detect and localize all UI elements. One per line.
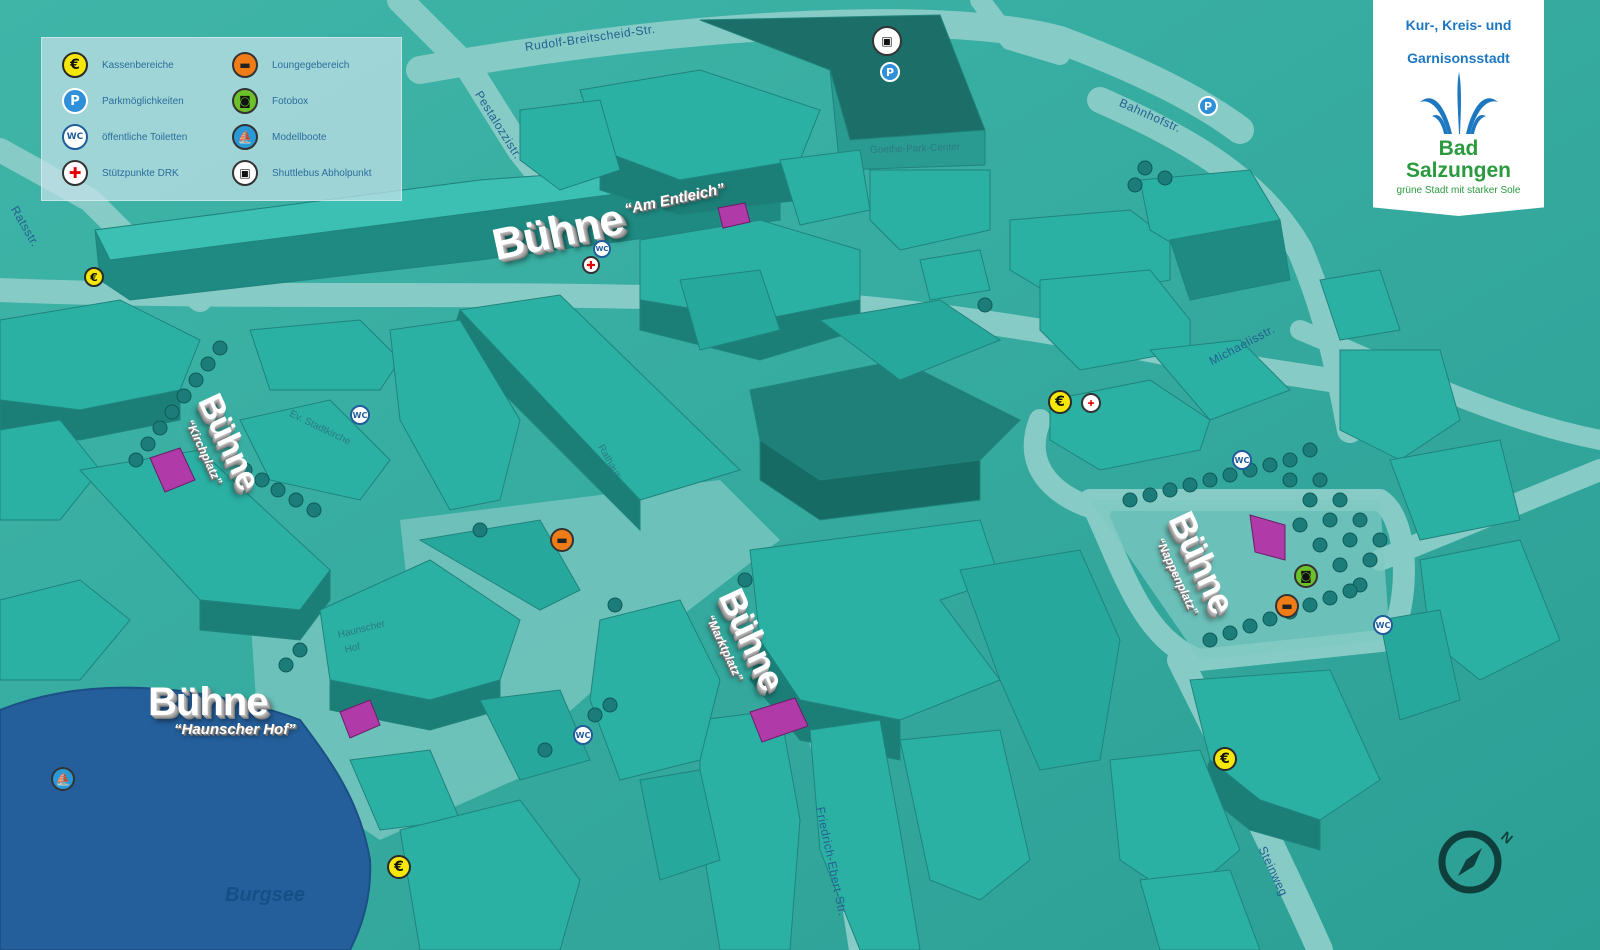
euro-icon[interactable]: €: [84, 267, 104, 287]
parking-icon[interactable]: P: [880, 62, 900, 82]
legend-item-drk: ✚ Stützpunkte DRK: [62, 158, 179, 188]
building-south-mid-5: [699, 709, 801, 950]
logo-line-2: Garnisonsstadt: [1407, 50, 1510, 66]
wc-icon[interactable]: WC: [350, 405, 370, 425]
stage-label-haunscher-hof[interactable]: Bühne “Haunscher Hof”: [148, 680, 296, 738]
fountain-icon: [1419, 72, 1498, 134]
legend-label: Parkmöglichkeiten: [102, 95, 184, 107]
map-legend: € Kassenbereiche P Parkmöglichkeiten WC …: [41, 37, 402, 201]
logo-tagline: grüne Stadt mit starker Sole: [1396, 185, 1521, 196]
wc-icon[interactable]: WC: [573, 725, 593, 745]
compass-icon: N: [1438, 828, 1516, 894]
legend-label: Modellboote: [272, 131, 327, 143]
sofa-icon[interactable]: ▬: [550, 528, 574, 552]
lake-label: Burgsee: [225, 884, 306, 906]
legend-label: Kassenbereiche: [102, 59, 174, 71]
legend-label: öffentliche Toiletten: [102, 131, 188, 143]
sailboat-icon: ⛵: [232, 124, 258, 150]
red-cross-icon: ✚: [62, 160, 88, 186]
shuttlebus-icon[interactable]: ▣: [872, 26, 902, 56]
legend-item-fotobox: ◙ Fotobox: [232, 86, 308, 116]
bus-icon: ▣: [232, 160, 258, 186]
legend-item-parking: P Parkmöglichkeiten: [62, 86, 184, 116]
parking-icon[interactable]: P: [1198, 96, 1218, 116]
legend-item-wc: WC öffentliche Toiletten: [62, 122, 187, 152]
town-logo: Kur-, Kreis- und Garnisonsstadt Bad Salz…: [1373, 0, 1544, 216]
euro-icon[interactable]: €: [1213, 747, 1237, 771]
festival-map: Rudolf-Breitscheid-Str. Pestalozzistr. B…: [0, 0, 1600, 950]
legend-label: Fotobox: [272, 95, 309, 107]
euro-icon[interactable]: €: [1048, 390, 1072, 414]
wc-icon[interactable]: WC: [593, 240, 611, 258]
stage-word: Bühne: [148, 680, 268, 724]
wc-icon[interactable]: WC: [1373, 615, 1393, 635]
legend-label: Loungegebereich: [272, 59, 350, 71]
logo-name-2: Salzungen: [1405, 159, 1511, 182]
camera-icon: ◙: [232, 88, 258, 114]
sofa-icon: ▬: [232, 52, 258, 78]
legend-item-kassen: € Kassenbereiche: [62, 50, 174, 80]
parking-icon: P: [62, 88, 88, 114]
legend-label: Shuttlebus Abholpunkt: [272, 167, 372, 179]
legend-label: Stützpunkte DRK: [102, 167, 179, 179]
legend-item-modellboote: ⛵ Modellboote: [232, 122, 326, 152]
logo-name-1: Bad: [1438, 137, 1479, 160]
compass-north-letter: N: [1498, 828, 1516, 847]
sofa-icon[interactable]: ▬: [1275, 594, 1299, 618]
wc-icon: WC: [62, 124, 88, 150]
euro-icon[interactable]: €: [387, 855, 411, 879]
logo-line-1: Kur-, Kreis- und: [1405, 17, 1512, 33]
red-cross-icon[interactable]: ✚: [1081, 393, 1101, 413]
camera-icon[interactable]: ◙: [1294, 564, 1318, 588]
stage-subtitle: “Haunscher Hof”: [174, 721, 296, 738]
legend-item-lounge: ▬ Loungegebereich: [232, 50, 349, 80]
legend-item-shuttlebus: ▣ Shuttlebus Abholpunkt: [232, 158, 372, 188]
wc-icon[interactable]: WC: [1232, 450, 1252, 470]
sailboat-icon[interactable]: ⛵: [51, 767, 75, 791]
euro-icon: €: [62, 52, 88, 78]
red-cross-icon[interactable]: ✚: [582, 256, 600, 274]
